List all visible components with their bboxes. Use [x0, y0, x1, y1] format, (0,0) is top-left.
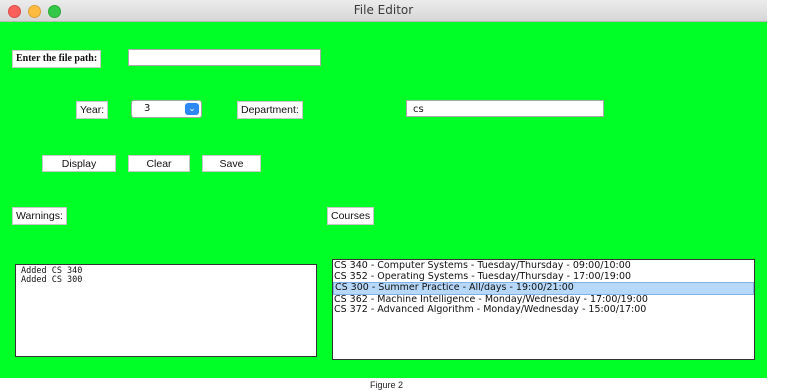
- course-item[interactable]: CS 340 - Computer Systems - Tuesday/Thur…: [333, 261, 754, 272]
- file-path-input[interactable]: [128, 49, 321, 66]
- warnings-textarea[interactable]: Added CS 340 Added CS 300: [15, 264, 317, 357]
- courses-list[interactable]: CS 340 - Computer Systems - Tuesday/Thur…: [332, 259, 755, 360]
- course-item[interactable]: CS 372 - Advanced Algorithm - Monday/Wed…: [333, 305, 754, 316]
- file-path-label: Enter the file path:: [12, 50, 102, 68]
- warnings-label: Warnings:: [12, 207, 67, 225]
- course-item[interactable]: CS 352 - Operating Systems - Tuesday/Thu…: [333, 272, 754, 283]
- year-select[interactable]: 3 ⌄: [131, 100, 202, 118]
- year-selected-value: 3: [144, 103, 151, 114]
- title-bar: File Editor: [0, 0, 767, 22]
- department-label: Department:: [237, 101, 303, 119]
- course-item-selected[interactable]: CS 300 - Summer Practice - All/days - 19…: [333, 282, 754, 295]
- chevron-down-icon: ⌄: [185, 103, 199, 115]
- year-label: Year:: [76, 101, 109, 119]
- save-button[interactable]: Save: [202, 155, 261, 172]
- display-button[interactable]: Display: [42, 155, 116, 172]
- clear-button[interactable]: Clear: [128, 155, 190, 172]
- file-editor-window: File Editor Enter the file path: Year: 3…: [0, 0, 767, 378]
- department-input[interactable]: cs: [406, 100, 604, 117]
- course-item[interactable]: CS 362 - Machine Intelligence - Monday/W…: [333, 295, 754, 306]
- courses-label: Courses: [327, 207, 375, 225]
- warning-line: Added CS 300: [21, 275, 83, 285]
- window-title: File Editor: [353, 3, 414, 17]
